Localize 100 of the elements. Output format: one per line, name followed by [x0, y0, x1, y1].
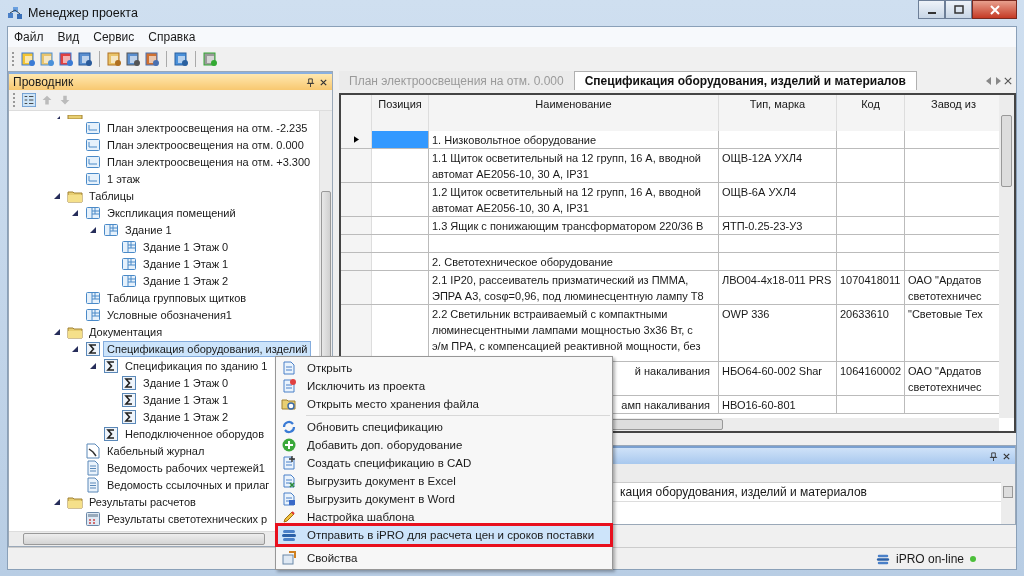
table-cell: OWP 336 [722, 308, 770, 320]
menu-item[interactable]: Вид [57, 30, 80, 44]
menu-item[interactable]: Сервис [93, 30, 135, 44]
tree-item[interactable]: Неподключенное оборудов [122, 426, 267, 441]
pencil-icon [281, 509, 297, 525]
maximize-icon [953, 4, 964, 15]
tree-item[interactable]: Здание 1 Этаж 2 [140, 273, 232, 288]
table-icon [121, 238, 137, 255]
status-text: iPRO on-line [895, 551, 964, 566]
menu-item[interactable]: Открыть [278, 359, 610, 377]
tree-item[interactable]: Результаты расчетов [86, 494, 199, 509]
sigma-icon [103, 357, 119, 374]
pin-icon[interactable] [306, 77, 315, 87]
close-icon[interactable] [319, 77, 328, 87]
collapse-arrow-icon[interactable] [53, 191, 61, 200]
menu-item[interactable]: Выгрузить документ в Excel [278, 472, 610, 490]
table-cell: 2.2 Светильник встраиваемый с компактными люминесцентными лампами мощностью 3х36 Вт, с э/м ПРА, с компенсацией реактивной мощности, без [432, 308, 701, 352]
collapse-arrow-icon[interactable] [89, 361, 97, 370]
tree-item[interactable]: Здание 1 Этаж 1 [140, 256, 232, 271]
table-icon [85, 204, 101, 221]
document-icon [85, 476, 101, 493]
column-header[interactable]: Тип, марка [719, 95, 837, 131]
table-cell: 1.3 Ящик с понижающим трансформатором 220/36 В [432, 220, 704, 232]
add-icon [281, 437, 297, 453]
collapse-arrow-icon[interactable] [53, 327, 61, 336]
tree-item[interactable]: План электроосвещения на отм. +3.300 [104, 154, 314, 169]
tree-item[interactable]: Кабельный журнал [104, 443, 208, 458]
maximize-button[interactable] [945, 0, 972, 19]
sigma-icon [103, 425, 119, 442]
collapse-arrow-icon[interactable] [89, 225, 97, 234]
tree-item[interactable]: 1 этаж [104, 171, 143, 186]
tree-item[interactable]: Документация [86, 324, 166, 339]
menu-item[interactable]: Отправить в iPRO для расчета цен и сроков поставки [278, 526, 610, 544]
column-header[interactable]: Наименование [429, 95, 719, 131]
collapse-arrow-icon[interactable] [71, 208, 79, 217]
tree-item[interactable]: Спецификация оборудования, изделий [104, 341, 311, 356]
scroll-right-icon[interactable] [995, 76, 1001, 85]
list-row[interactable]: кация оборудования, изделий и материалов [620, 485, 867, 499]
table-cell: НВО16-60-801 [722, 399, 796, 411]
row-header[interactable] [341, 131, 372, 148]
folder-search-icon [281, 396, 297, 412]
tree-item[interactable]: Здание 1 Этаж 0 [140, 375, 232, 390]
close-icon[interactable] [1004, 76, 1012, 85]
menu-item[interactable]: Файл [14, 30, 44, 44]
tree-item[interactable]: Ведомость ссылочных и прилаг [104, 477, 273, 492]
vertical-scrollbar[interactable] [999, 95, 1014, 418]
tree-view-icon[interactable] [22, 93, 36, 107]
sigma-icon [121, 408, 137, 425]
close-button[interactable] [972, 0, 1017, 19]
properties-icon [281, 550, 297, 566]
tree-item[interactable]: Экспликация помещений [104, 205, 239, 220]
tree-item[interactable]: Здание 1 [122, 222, 175, 237]
menu-item[interactable]: Исключить из проекта [278, 377, 610, 395]
document-plus-icon [281, 455, 297, 471]
pin-icon[interactable] [989, 451, 998, 461]
close-icon[interactable] [1002, 451, 1011, 461]
sigma-icon [85, 340, 101, 357]
table-cell: ОАО "Ардатов светотехничес [908, 274, 982, 302]
tree-item[interactable]: Ведомость рабочих чертежей1 [104, 460, 268, 475]
menu-item[interactable]: Создать спецификацию в CAD [278, 454, 610, 472]
document-export-icon [281, 491, 297, 507]
tree-item[interactable]: Результаты светотехнических р [104, 511, 271, 526]
menu-item[interactable]: Открыть место хранения файла [278, 395, 610, 413]
table-icon [103, 221, 119, 238]
menu-item[interactable]: Настройка шаблона [278, 508, 610, 526]
cable-document-icon [85, 442, 101, 459]
table-cell: 2. Светотехническое оборудование [432, 256, 613, 268]
minimize-button[interactable] [918, 0, 945, 19]
menu-item[interactable]: Добавить доп. оборудование [278, 436, 610, 454]
menu-item[interactable]: Обновить спецификацию [278, 418, 610, 436]
document-icon [281, 360, 297, 376]
refresh-icon [281, 419, 297, 435]
menu-item[interactable]: Справка [148, 30, 196, 44]
panel-title: Проводник [13, 75, 74, 89]
drawing-icon [85, 136, 101, 153]
collapse-arrow-icon[interactable] [53, 497, 61, 506]
table-cell: ЛВО04-4х18-011 PRS [722, 274, 832, 286]
tree-item[interactable]: Условные обозначения1 [104, 307, 235, 322]
collapse-arrow-icon[interactable] [71, 344, 79, 353]
tree-item[interactable]: Таблицы [86, 188, 137, 203]
sigma-icon [121, 391, 137, 408]
menu-item[interactable]: Выгрузить документ в Word [278, 490, 610, 508]
table-cell: 1064160002 [840, 365, 902, 377]
menu-item[interactable]: Свойства [278, 549, 610, 567]
tree-item[interactable]: Здание 1 Этаж 2 [140, 409, 232, 424]
table-icon [121, 255, 137, 272]
drawing-icon [85, 119, 101, 136]
table-icon [85, 306, 101, 323]
tree-item[interactable]: Спецификация по зданию 1 [122, 358, 271, 373]
document-tab[interactable]: Спецификация оборудования, изделий и материалов [573, 71, 917, 90]
tree-item[interactable]: Здание 1 Этаж 0 [140, 239, 232, 254]
tree-item[interactable]: Таблица групповых щитков [104, 290, 250, 305]
tree-item[interactable]: План электроосвещения на отм. -2.235 [104, 120, 311, 135]
scroll-left-icon[interactable] [986, 76, 992, 85]
document-icon [85, 459, 101, 476]
tree-item[interactable]: Здание 1 Этаж 1 [140, 392, 232, 407]
table-cell: ОЩВ-6А УХЛ4 [722, 186, 797, 198]
tree-item[interactable]: План электроосвещения на отм. 0.000 [104, 137, 307, 152]
column-header[interactable]: Код [837, 95, 905, 131]
table-cell: 1.1 Щиток осветительный на 12 групп, 16 А, вводной автомат АЕ2056-10, 30 А, IP31 [432, 152, 701, 180]
